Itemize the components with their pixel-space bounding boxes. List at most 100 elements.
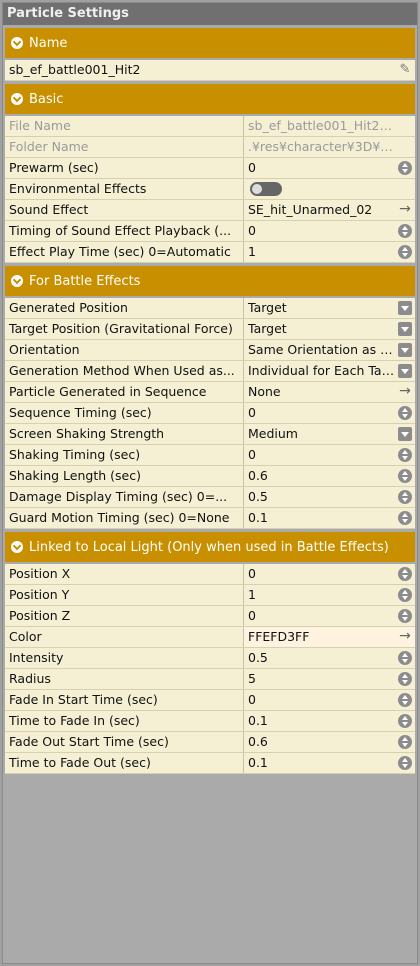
row-value: 0.1 (248, 713, 268, 728)
select-field[interactable]: Medium (244, 424, 415, 444)
spinner-icon[interactable] (398, 735, 412, 749)
number-field[interactable]: 0.6 (244, 466, 415, 486)
spinner-icon[interactable] (398, 448, 412, 462)
spinner-icon[interactable] (398, 693, 412, 707)
row-label: Position X (5, 564, 244, 584)
spinner-icon[interactable] (398, 714, 412, 728)
row-label: Radius (5, 669, 244, 689)
spinner-icon[interactable] (398, 588, 412, 602)
section-label: Name (29, 35, 68, 51)
row-file-name: File Name sb_ef_battle001_Hit2.efk (5, 116, 415, 137)
row-label: Orientation (5, 340, 244, 360)
select-field[interactable]: Individual for Each Target (244, 361, 415, 381)
spinner-icon[interactable] (398, 651, 412, 665)
row-label: Guard Motion Timing (sec) 0=None (5, 508, 244, 528)
row-label: Generated Position (5, 298, 244, 318)
pencil-icon[interactable]: ✎ (398, 63, 412, 77)
row-radius: Radius 5 (5, 669, 415, 690)
environmental-effects-toggle[interactable] (250, 182, 282, 196)
number-field[interactable]: 0 (244, 690, 415, 710)
number-field[interactable]: 0 (244, 158, 415, 178)
spinner-icon[interactable] (398, 609, 412, 623)
number-field[interactable]: 0.6 (244, 732, 415, 752)
section-basic-header[interactable]: Basic (5, 84, 415, 114)
select-field[interactable]: Same Orientation as Ta... (244, 340, 415, 360)
spinner-icon[interactable] (398, 567, 412, 581)
row-value: Individual for Each Target (248, 363, 408, 378)
spinner-icon[interactable] (398, 406, 412, 420)
row-sequence-timing: Sequence Timing (sec) 0 (5, 403, 415, 424)
dropdown-icon[interactable] (398, 301, 412, 315)
row-value: 0.5 (248, 489, 268, 504)
row-value: 0 (248, 160, 256, 175)
row-label: Prewarm (sec) (5, 158, 244, 178)
arrow-right-icon[interactable]: → (398, 202, 412, 216)
row-color: Color FFEFD3FF → (5, 627, 415, 648)
number-field[interactable]: 1 (244, 585, 415, 605)
link-field[interactable]: SE_hit_Unarmed_02 → (244, 200, 415, 220)
select-field[interactable]: Target (244, 319, 415, 339)
dropdown-icon[interactable] (398, 343, 412, 357)
row-damage-display-timing: Damage Display Timing (sec) 0=... 0.5 (5, 487, 415, 508)
number-field[interactable]: 0 (244, 445, 415, 465)
number-field[interactable]: 0.5 (244, 648, 415, 668)
row-label: Generation Method When Used as... (5, 361, 244, 381)
spinner-icon[interactable] (398, 245, 412, 259)
chevron-down-icon (11, 275, 23, 287)
dropdown-icon[interactable] (398, 364, 412, 378)
number-field[interactable]: 0 (244, 564, 415, 584)
row-value: 5 (248, 671, 256, 686)
row-label: Damage Display Timing (sec) 0=... (5, 487, 244, 507)
row-value: 0.1 (248, 755, 268, 770)
particle-settings-panel: Particle Settings Name sb_ef_battle001_H… (2, 2, 418, 964)
spinner-icon[interactable] (398, 161, 412, 175)
link-field[interactable]: None → (244, 382, 415, 402)
row-prewarm: Prewarm (sec) 0 (5, 158, 415, 179)
spinner-icon[interactable] (398, 490, 412, 504)
row-label: Color (5, 627, 244, 647)
number-field[interactable]: 0.1 (244, 753, 415, 773)
row-label: Timing of Sound Effect Playback (... (5, 221, 244, 241)
section-name-header[interactable]: Name (5, 28, 415, 58)
number-field[interactable]: 0 (244, 221, 415, 241)
row-value: 1 (248, 587, 256, 602)
arrow-right-icon[interactable]: → (398, 384, 412, 398)
number-field[interactable]: 1 (244, 242, 415, 262)
spinner-icon[interactable] (398, 756, 412, 770)
number-field[interactable]: 0.5 (244, 487, 415, 507)
spinner-icon[interactable] (398, 511, 412, 525)
section-battle-header[interactable]: For Battle Effects (5, 266, 415, 296)
row-label: File Name (5, 116, 244, 136)
row-time-to-fade-out: Time to Fade Out (sec) 0.1 (5, 753, 415, 774)
spinner-icon[interactable] (398, 224, 412, 238)
dropdown-icon[interactable] (398, 427, 412, 441)
row-value: .¥res¥character¥3D¥eff... (248, 139, 409, 154)
name-value: sb_ef_battle001_Hit2 (9, 62, 141, 77)
row-label: Screen Shaking Strength (5, 424, 244, 444)
row-value: SE_hit_Unarmed_02 (248, 202, 373, 217)
number-field[interactable]: 5 (244, 669, 415, 689)
row-label: Shaking Timing (sec) (5, 445, 244, 465)
spinner-icon[interactable] (398, 469, 412, 483)
number-field[interactable]: 0 (244, 403, 415, 423)
row-particle-sequence: Particle Generated in Sequence None → (5, 382, 415, 403)
row-target-position: Target Position (Gravitational Force) Ta… (5, 319, 415, 340)
select-field[interactable]: Target (244, 298, 415, 318)
spinner-icon[interactable] (398, 672, 412, 686)
name-field[interactable]: sb_ef_battle001_Hit2 ✎ (5, 60, 415, 81)
section-local-light-header[interactable]: Linked to Local Light (Only when used in… (5, 532, 415, 562)
number-field[interactable]: 0.1 (244, 508, 415, 528)
row-value: 0 (248, 447, 256, 462)
row-generated-position: Generated Position Target (5, 298, 415, 319)
panel-title: Particle Settings (3, 3, 417, 25)
row-value: Target (248, 300, 287, 315)
row-guard-motion-timing: Guard Motion Timing (sec) 0=None 0.1 (5, 508, 415, 529)
color-field[interactable]: FFEFD3FF → (244, 627, 415, 647)
row-shaking-timing: Shaking Timing (sec) 0 (5, 445, 415, 466)
dropdown-icon[interactable] (398, 322, 412, 336)
number-field[interactable]: 0.1 (244, 711, 415, 731)
arrow-right-icon[interactable]: → (398, 629, 412, 643)
number-field[interactable]: 0 (244, 606, 415, 626)
row-value: 0.6 (248, 468, 268, 483)
row-fade-in-start: Fade In Start Time (sec) 0 (5, 690, 415, 711)
